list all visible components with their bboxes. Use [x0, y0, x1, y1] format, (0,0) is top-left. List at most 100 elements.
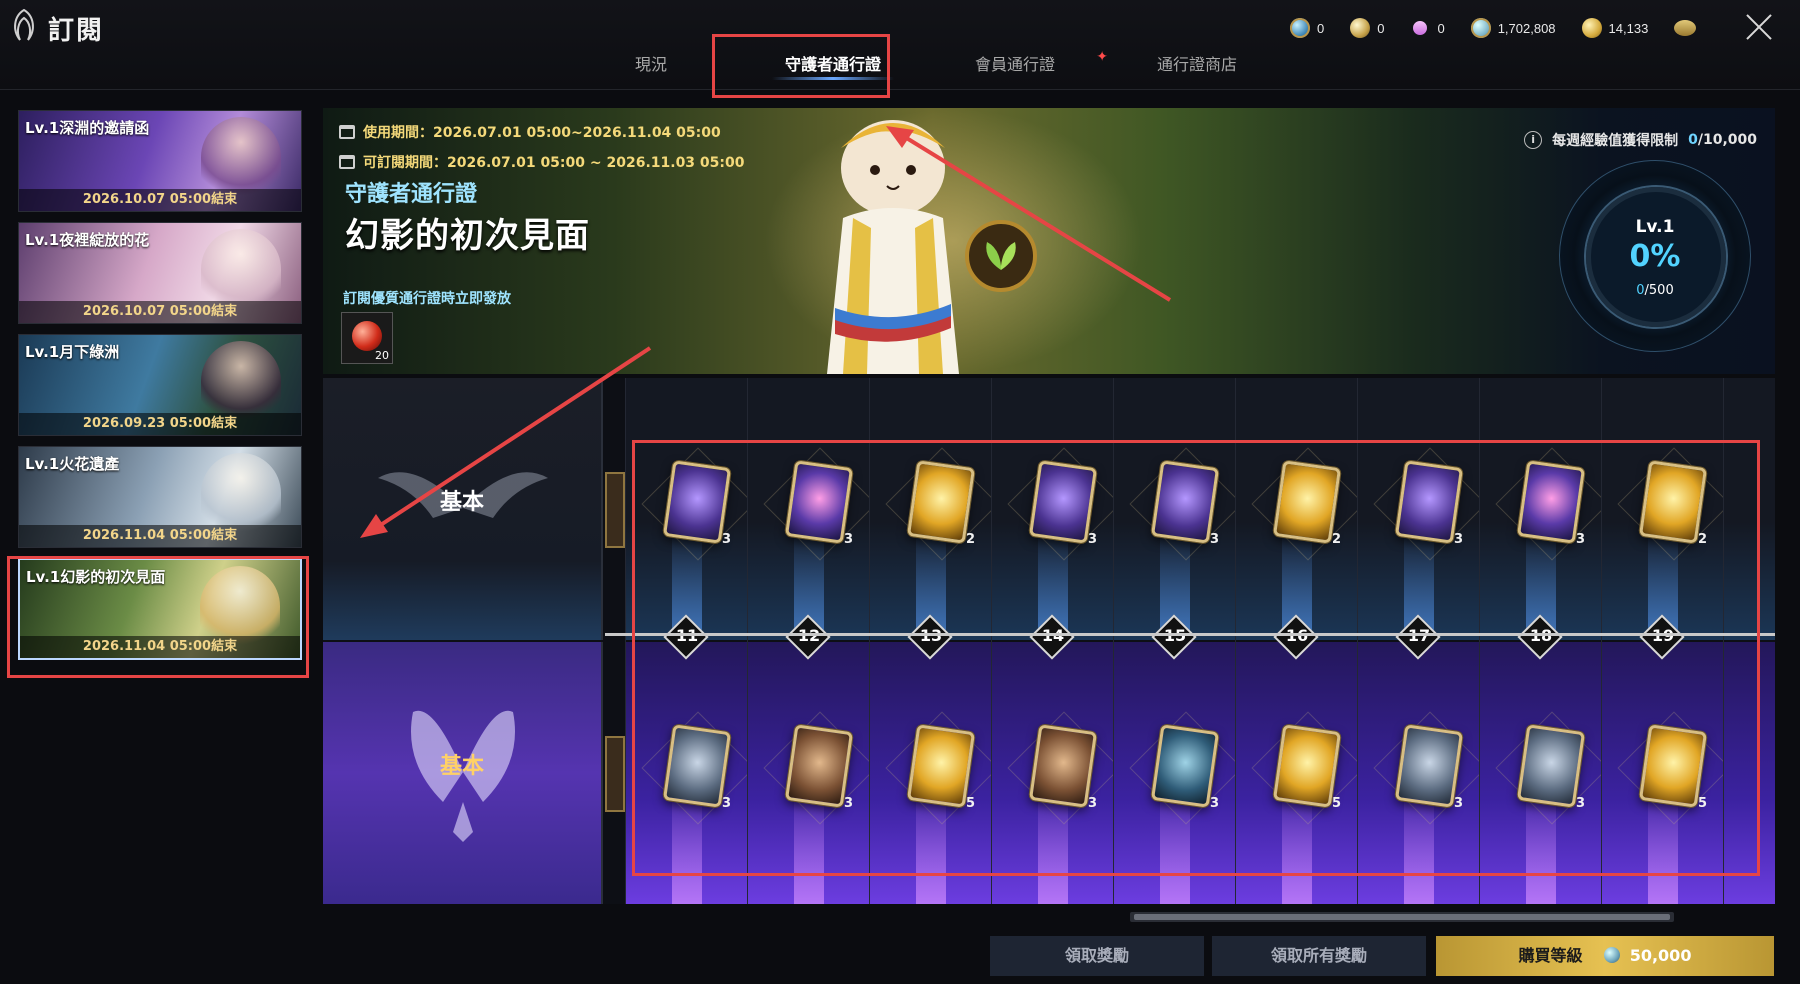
pass-name: 守護者通行證 — [345, 182, 478, 207]
gold-crystal-card-icon[interactable] — [1272, 460, 1342, 544]
currency-value: 0 — [1317, 20, 1325, 36]
premium-reward-cell — [1724, 642, 1775, 904]
claim-reward-button[interactable]: 領取獎勵 — [990, 936, 1204, 976]
tab-label: 通行證商店 — [1156, 55, 1237, 74]
item-quantity: 3 — [722, 796, 732, 811]
scrollbar-thumb[interactable] — [1134, 914, 1670, 920]
gold-crystal-card-icon[interactable] — [906, 460, 976, 544]
gold-crystal-coin-icon — [1350, 18, 1371, 38]
bell-card-icon[interactable] — [1516, 724, 1586, 808]
info-icon[interactable]: i — [1524, 131, 1543, 149]
claim-all-rewards-button[interactable]: 領取所有獎勵 — [1212, 936, 1426, 976]
reward-track: 基本 基本 2 3 3 3 11 — [323, 378, 1775, 904]
blue-crystal-coin-icon — [1290, 18, 1310, 38]
buy-level-button[interactable]: 購買等級 50,000 — [1436, 936, 1774, 976]
goblet-card-icon[interactable] — [1028, 724, 1098, 808]
box-card-icon[interactable] — [784, 460, 854, 544]
pass-banner: 使用期間：2026.07.01 05:00~2026.11.04 05:00 可… — [323, 108, 1775, 374]
reward-column-level-16: 2 5 16 — [1235, 378, 1365, 904]
item-quantity: 5 — [1698, 796, 1708, 811]
event-card[interactable]: Lv.1夜裡綻放的花 2026.10.07 05:00結束 — [18, 222, 302, 324]
level-label: Lv.1 — [1635, 217, 1675, 237]
tab-guardian-pass[interactable]: 守護者通行證 — [742, 52, 924, 86]
sphere-card-icon[interactable] — [1394, 460, 1464, 544]
basic-label-text: 基本 — [439, 490, 484, 515]
currency-pink-gem: 0 — [1410, 18, 1445, 38]
gold-crystal-card-icon[interactable] — [906, 724, 976, 808]
event-end-date: 2026.09.23 05:00結束 — [19, 413, 301, 435]
item-quantity: 2 — [1332, 532, 1342, 547]
level-exp: 0/500 — [1560, 283, 1750, 298]
use-period-text: 使用期間：2026.07.01 05:00~2026.11.04 05:00 — [363, 125, 721, 141]
currency-value: 1,702,808 — [1497, 20, 1556, 36]
item-quantity: 3 — [1088, 532, 1098, 547]
reward-column-level-13: 2 5 13 — [869, 378, 999, 904]
gold-crystal-card-icon[interactable] — [1272, 724, 1342, 808]
item-quantity: 3 — [1454, 532, 1464, 547]
event-list: Lv.1深淵的邀請函 2026.10.07 05:00結束 Lv.1夜裡綻放的花… — [18, 110, 302, 670]
reward-columns: 3 3 11 3 3 12 2 — [605, 378, 1775, 904]
rune-card-icon[interactable] — [1150, 460, 1220, 544]
gold-coin-icon — [1581, 18, 1602, 38]
subscribe-period: 可訂閱期間：2026.07.01 05:00 ~ 2026.11.03 05:0… — [339, 152, 745, 172]
premium-bonus-item[interactable]: 20 — [341, 312, 393, 364]
crystal-card-icon[interactable] — [1028, 460, 1098, 544]
event-card[interactable]: Lv.1火花遺產 2026.11.04 05:00結束 — [18, 446, 302, 548]
item-quantity: 5 — [966, 796, 976, 811]
event-end-date: 2026.11.04 05:00結束 — [20, 636, 300, 658]
item-quantity: 3 — [1576, 796, 1586, 811]
event-end-date: 2026.10.07 05:00結束 — [19, 189, 301, 211]
exp-limit-current: 0 — [1688, 132, 1698, 148]
top-bar: 訂閱 0 0 0 1,702,808 14,133 現況 守護者通行證 會員通行… — [0, 0, 1800, 90]
coin-stack-icon[interactable] — [1674, 20, 1697, 36]
bell-card-icon[interactable] — [662, 724, 732, 808]
item-quantity: 3 — [722, 532, 732, 547]
item-quantity: 3 — [1576, 532, 1586, 547]
currency-value: 0 — [1377, 20, 1385, 36]
bell-card-icon[interactable] — [662, 460, 732, 544]
buy-level-label: 購買等級 — [1518, 946, 1583, 965]
reward-track-scrollbar[interactable] — [1130, 912, 1674, 922]
event-name: Lv.1幻影的初次見面 — [26, 568, 166, 586]
active-tab-underline — [772, 77, 894, 80]
event-end-date: 2026.10.07 05:00結束 — [19, 301, 301, 323]
close-icon[interactable] — [1744, 12, 1774, 42]
event-card-selected[interactable]: Lv.1幻影的初次見面 2026.11.04 05:00結束 — [18, 558, 302, 660]
potion-card-icon[interactable] — [1516, 460, 1586, 544]
tab-status[interactable]: 現況 — [560, 52, 742, 86]
basic-track-label: 基本 — [323, 378, 603, 640]
item-quantity: 2 — [966, 532, 976, 547]
event-card[interactable]: Lv.1月下綠洲 2026.09.23 05:00結束 — [18, 334, 302, 436]
item-quantity: 3 — [844, 532, 854, 547]
tab-pass-shop[interactable]: 通行證商店 — [1106, 52, 1288, 86]
event-end-date: 2026.11.04 05:00結束 — [19, 525, 301, 547]
reward-column-level-12: 3 3 12 — [747, 378, 877, 904]
chest-card-icon[interactable] — [784, 724, 854, 808]
currency-gold: 14,133 — [1581, 18, 1648, 38]
event-name: Lv.1夜裡綻放的花 — [25, 231, 150, 249]
currency-stack[interactable] — [1674, 20, 1697, 36]
silver-coin-icon — [1470, 18, 1491, 38]
gold-crystal-card-icon[interactable] — [1638, 724, 1708, 808]
calendar-icon — [339, 125, 355, 139]
compass-card-icon[interactable] — [1394, 724, 1464, 808]
event-card[interactable]: Lv.1深淵的邀請函 2026.10.07 05:00結束 — [18, 110, 302, 212]
basic-reward-cell — [1724, 378, 1775, 640]
shield-card-icon[interactable] — [1150, 724, 1220, 808]
tab-member-pass[interactable]: 會員通行證 ✦ — [924, 49, 1108, 86]
premium-note: 訂閱優質通行證時立即發放 — [343, 291, 511, 307]
seed-emblem-icon — [965, 220, 1037, 292]
item-quantity: 2 — [1698, 532, 1708, 547]
reward-column-partial — [1723, 378, 1775, 904]
exp-limit-label: 每週經驗值獲得限制 — [1552, 133, 1679, 149]
event-name: Lv.1深淵的邀請函 — [25, 119, 150, 137]
item-quantity: 3 — [1088, 796, 1098, 811]
tab-label: 守護者通行證 — [784, 55, 881, 74]
item-quantity: 3 — [1210, 796, 1220, 811]
gold-crystal-card-icon[interactable] — [1638, 460, 1708, 544]
currency-gold-crystal: 0 — [1350, 18, 1384, 38]
reward-column-level-17: 3 3 17 — [1357, 378, 1487, 904]
event-name: Lv.1火花遺產 — [25, 455, 120, 473]
silver-coin-icon — [1604, 947, 1621, 963]
item-quantity: 3 — [1454, 796, 1464, 811]
